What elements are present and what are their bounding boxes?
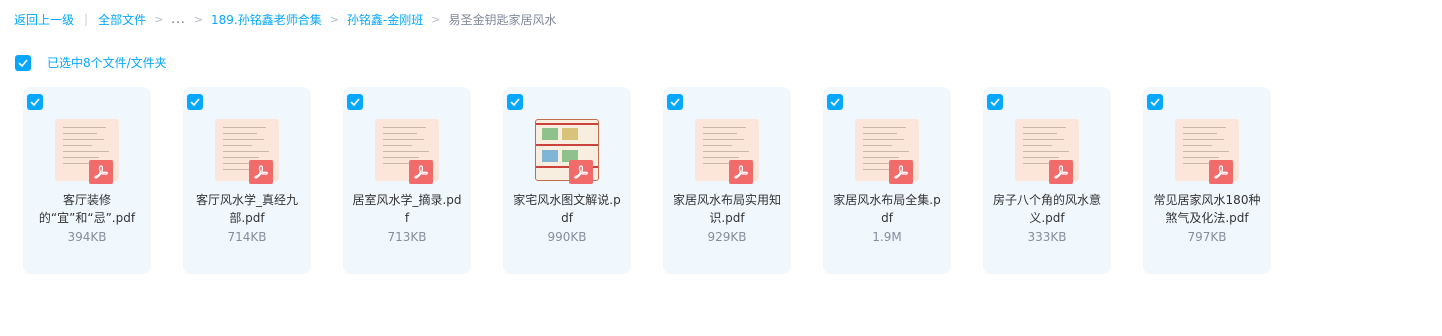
pdf-icon (569, 160, 593, 184)
file-size: 714KB (227, 230, 267, 244)
chevron-right-icon: > (329, 12, 339, 26)
file-size: 990KB (547, 230, 587, 244)
checkmark-icon (350, 98, 360, 106)
select-all-checkbox[interactable] (15, 54, 31, 71)
checkmark-icon (990, 98, 1000, 106)
file-size: 333KB (1027, 230, 1067, 244)
breadcrumb-back-link[interactable]: 返回上一级 (14, 11, 74, 28)
checkmark-icon (670, 98, 680, 106)
breadcrumb-folder-link[interactable]: 孙铭鑫-金刚班 (347, 11, 423, 28)
file-size: 713KB (387, 230, 427, 244)
file-checkbox[interactable] (187, 94, 203, 110)
file-name: 房子八个角的风水意义.pdf (992, 193, 1101, 225)
file-name: 家居风水布局全集.pdf (833, 193, 941, 225)
selection-count-text: 已选中8个文件/文件夹 (47, 56, 167, 70)
pdf-icon (89, 160, 113, 184)
breadcrumb: 返回上一级 | 全部文件 > ... > 189.孙铭鑫老师合集 > 孙铭鑫-金… (14, 10, 557, 28)
file-checkbox[interactable] (667, 94, 683, 110)
pdf-icon (249, 160, 273, 184)
file-name: 居室风水学_摘录.pdf (352, 193, 462, 225)
file-card[interactable]: 客厅风水学_真经九部.pdf 714KB (183, 87, 311, 274)
breadcrumb-folder-link[interactable]: 189.孙铭鑫老师合集 (211, 11, 322, 28)
checkmark-icon (1150, 98, 1160, 106)
checkmark-icon (190, 98, 200, 106)
file-card[interactable]: 房子八个角的风水意义.pdf 333KB (983, 87, 1111, 274)
file-name: 常见居家风水180种煞气及化法.pdf (1153, 193, 1261, 225)
file-grid: 客厅装修的“宜”和“忌”.pdf 394KB 客厅风水学_真经九部.pdf 714KB… (23, 87, 1271, 274)
file-checkbox[interactable] (507, 94, 523, 110)
checkmark-icon (30, 98, 40, 106)
pdf-icon (729, 160, 753, 184)
chevron-right-icon: > (431, 12, 441, 26)
file-checkbox[interactable] (827, 94, 843, 110)
file-size: 929KB (707, 230, 747, 244)
breadcrumb-current: 易圣金钥匙家居风水 (448, 12, 557, 27)
checkmark-icon (830, 98, 840, 106)
file-name: 家居风水布局实用知识.pdf (672, 193, 781, 225)
file-card[interactable]: 家居风水布局全集.pdf 1.9M (823, 87, 951, 274)
chevron-right-icon: > (154, 12, 164, 26)
breadcrumb-divider: | (84, 12, 89, 26)
breadcrumb-all-files-link[interactable]: 全部文件 (98, 11, 146, 28)
file-checkbox[interactable] (347, 94, 363, 110)
pdf-icon (1049, 160, 1073, 184)
pdf-icon (409, 160, 433, 184)
file-name: 客厅风水学_真经九部.pdf (195, 193, 298, 225)
file-checkbox[interactable] (27, 94, 43, 110)
pdf-icon (889, 160, 913, 184)
file-checkbox[interactable] (987, 94, 1003, 110)
file-size: 1.9M (872, 230, 902, 244)
file-size: 394KB (67, 230, 107, 244)
checkmark-icon (510, 98, 520, 106)
select-all-row: 已选中8个文件/文件夹 (15, 54, 167, 71)
file-card[interactable]: 客厅装修的“宜”和“忌”.pdf 394KB (23, 87, 151, 274)
checkmark-icon (18, 58, 28, 67)
file-name: 家宅风水图文解说.pdf (513, 193, 621, 225)
breadcrumb-ellipsis[interactable]: ... (171, 12, 185, 26)
file-checkbox[interactable] (1147, 94, 1163, 110)
file-name: 客厅装修的“宜”和“忌”.pdf (38, 193, 136, 225)
file-card[interactable]: 家宅风水图文解说.pdf 990KB (503, 87, 631, 274)
file-card[interactable]: 常见居家风水180种煞气及化法.pdf 797KB (1143, 87, 1271, 274)
file-card[interactable]: 家居风水布局实用知识.pdf 929KB (663, 87, 791, 274)
chevron-right-icon: > (193, 12, 203, 26)
file-card[interactable]: 居室风水学_摘录.pdf 713KB (343, 87, 471, 274)
pdf-icon (1209, 160, 1233, 184)
file-size: 797KB (1187, 230, 1227, 244)
